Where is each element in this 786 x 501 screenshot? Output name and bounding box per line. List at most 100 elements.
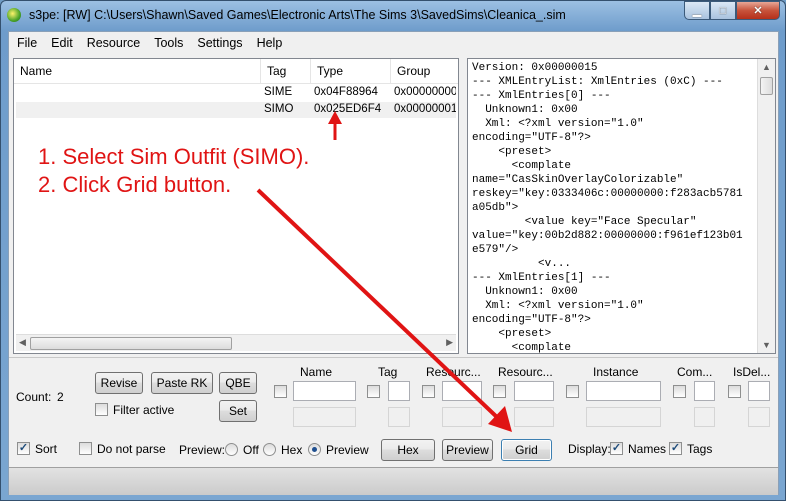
scroll-up-icon[interactable]: ▲ (762, 62, 771, 72)
list-horizontal-scrollbar[interactable]: ◀ ▶ (16, 334, 456, 351)
filter-name-value (293, 407, 356, 427)
filter-header-tag: Tag (378, 365, 398, 379)
display-names-label: Names (628, 442, 667, 456)
table-row[interactable]: SIMO 0x025ED6F4 0x00000001 (16, 102, 456, 118)
maximize-icon: □ (719, 4, 727, 17)
grid-button[interactable]: Grid (501, 439, 552, 461)
app-icon (7, 8, 21, 22)
annotation-line-1: 1. Select Sim Outfit (SIMO). (38, 144, 310, 169)
column-header-tag[interactable]: Tag (261, 59, 311, 83)
client-area: File Edit Resource Tools Settings Help N… (8, 31, 779, 495)
app-window: s3pe: [RW] C:\Users\Shawn\Saved Games\El… (0, 0, 786, 501)
row-group: 0x00000000 (394, 86, 456, 98)
filter-header-resource-group: Resourc... (498, 365, 553, 379)
close-icon: ✕ (753, 5, 763, 17)
scroll-thumb[interactable] (30, 337, 232, 350)
menu-edit[interactable]: Edit (51, 36, 73, 50)
filter-compressed-checkbox[interactable] (673, 385, 686, 398)
window-title: s3pe: [RW] C:\Users\Shawn\Saved Games\El… (29, 8, 566, 22)
filter-resource-group-checkbox[interactable] (493, 385, 506, 398)
preview-vertical-scrollbar[interactable]: ▲ ▼ (757, 59, 775, 353)
filter-header-instance: Instance (593, 365, 639, 379)
filter-isdeleted-field[interactable] (748, 381, 770, 401)
minimize-button[interactable]: ▁ (684, 1, 710, 20)
qbe-button[interactable]: QBE (219, 372, 257, 394)
row-tag: SIMO (264, 103, 294, 115)
bottom-panel: Count: 2 Revise Paste RK QBE Set Filter … (9, 362, 778, 465)
column-header-type[interactable]: Type (311, 59, 391, 83)
filter-header-compressed: Com... (677, 365, 713, 379)
filter-header-name: Name (300, 365, 333, 379)
scroll-left-icon[interactable]: ◀ (19, 337, 26, 348)
scroll-down-icon[interactable]: ▼ (762, 340, 771, 350)
menu-bar: File Edit Resource Tools Settings Help (9, 32, 778, 54)
menu-file[interactable]: File (17, 36, 37, 50)
menu-settings[interactable]: Settings (197, 36, 242, 50)
scroll-right-icon[interactable]: ▶ (446, 337, 453, 348)
filter-active-label: Filter active (113, 403, 175, 417)
count-value: 2 (57, 390, 64, 404)
minimize-icon: ▁ (692, 5, 702, 17)
filter-isdeleted-value (748, 407, 770, 427)
hex-button[interactable]: Hex (381, 439, 435, 461)
sort-label: Sort (35, 442, 58, 456)
splitter[interactable] (9, 357, 778, 361)
filter-resource-type-checkbox[interactable] (422, 385, 435, 398)
preview-hex-radio[interactable] (263, 443, 276, 456)
count-label: Count: (16, 390, 52, 404)
preview-mode-label: Preview: (179, 443, 226, 457)
filter-instance-checkbox[interactable] (566, 385, 579, 398)
revise-button[interactable]: Revise (95, 372, 143, 394)
preview-text-panel[interactable]: Version: 0x00000015 --- XMLEntryList: Xm… (467, 58, 776, 354)
column-header-group[interactable]: Group (391, 59, 458, 83)
filter-tag-field[interactable] (388, 381, 410, 401)
preview-preview-radio[interactable] (308, 443, 321, 456)
list-header: Name Tag Type Group (14, 59, 458, 84)
menu-help[interactable]: Help (257, 36, 283, 50)
window-controls: ▁ □ ✕ (684, 1, 780, 20)
column-header-name[interactable]: Name (14, 59, 261, 83)
table-row[interactable]: SIME 0x04F88964 0x00000000 (16, 85, 456, 101)
close-button[interactable]: ✕ (736, 1, 780, 20)
preview-hex-label: Hex (281, 443, 303, 457)
filter-resource-type-value (442, 407, 482, 427)
scroll-thumb[interactable] (760, 77, 773, 95)
filter-compressed-value (694, 407, 715, 427)
display-label: Display: (568, 442, 611, 456)
preview-button[interactable]: Preview (442, 439, 493, 461)
resource-list[interactable]: Name Tag Type Group SIME 0x04F88964 0x00… (13, 58, 459, 354)
title-bar[interactable]: s3pe: [RW] C:\Users\Shawn\Saved Games\El… (1, 1, 785, 31)
filter-resource-group-field[interactable] (514, 381, 554, 401)
filter-isdeleted-checkbox[interactable] (728, 385, 741, 398)
display-names-checkbox[interactable]: ✓ (610, 442, 623, 455)
display-tags-checkbox[interactable]: ✓ (669, 442, 682, 455)
preview-off-radio[interactable] (225, 443, 238, 456)
row-tag: SIME (264, 86, 293, 98)
display-tags-label: Tags (687, 442, 713, 456)
filter-resource-type-field[interactable] (442, 381, 482, 401)
do-not-parse-label: Do not parse (97, 442, 166, 456)
status-bar (9, 467, 778, 495)
filter-instance-field[interactable] (586, 381, 661, 401)
filter-name-checkbox[interactable] (274, 385, 287, 398)
filter-header-isdeleted: IsDel... (733, 365, 771, 379)
row-group: 0x00000001 (394, 103, 456, 115)
paste-rk-button[interactable]: Paste RK (151, 372, 213, 394)
set-button[interactable]: Set (219, 400, 257, 422)
filter-compressed-field[interactable] (694, 381, 715, 401)
annotation-line-2: 2. Click Grid button. (38, 172, 232, 197)
filter-tag-checkbox[interactable] (367, 385, 380, 398)
row-type: 0x025ED6F4 (314, 103, 382, 115)
menu-resource[interactable]: Resource (87, 36, 141, 50)
preview-text: Version: 0x00000015 --- XMLEntryList: Xm… (472, 62, 743, 354)
sort-checkbox[interactable]: ✓ (17, 442, 30, 455)
filter-active-checkbox[interactable] (95, 403, 108, 416)
filter-name-field[interactable] (293, 381, 356, 401)
do-not-parse-checkbox[interactable] (79, 442, 92, 455)
row-type: 0x04F88964 (314, 86, 378, 98)
filter-resource-group-value (514, 407, 554, 427)
menu-tools[interactable]: Tools (154, 36, 183, 50)
filter-tag-value (388, 407, 410, 427)
filter-instance-value (586, 407, 661, 427)
maximize-button[interactable]: □ (710, 1, 736, 20)
